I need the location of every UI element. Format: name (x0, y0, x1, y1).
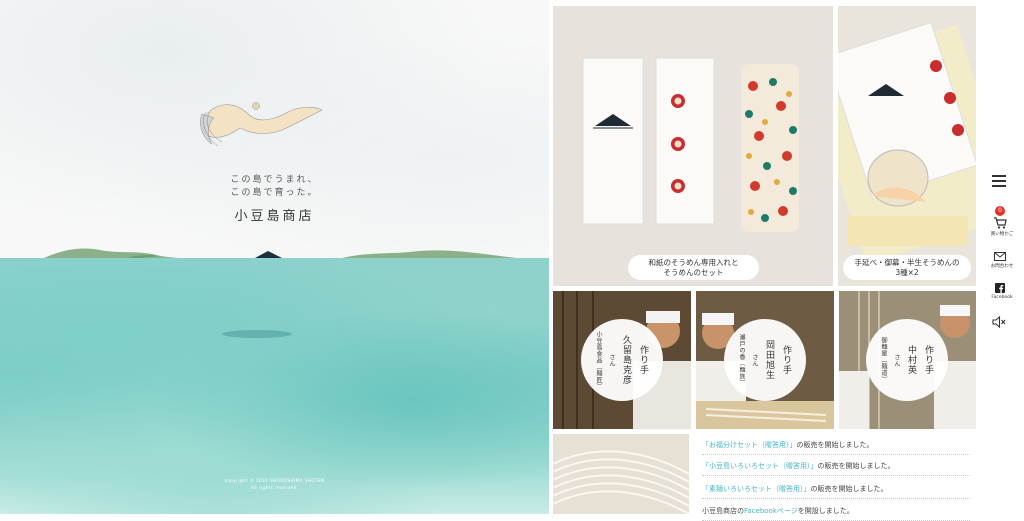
mail-icon (994, 252, 1006, 261)
maker-company: 瀬戸の香〔麺族〕 (738, 334, 745, 386)
maker-honorific: さん (751, 353, 758, 367)
product-tile-three-kinds[interactable]: 手延べ・御幕・半生そうめんの 3種×2 (838, 6, 976, 286)
facebook-button[interactable]: Facebook (982, 282, 1018, 304)
rights-reserved: All rights reserved. (250, 485, 299, 490)
news-link[interactable]: 「素麺いろいろセット（贈答用）」 (702, 485, 811, 493)
maker-name: 岡田旭生 (764, 340, 774, 380)
maker-card-okada[interactable]: 作り手 岡田旭生 さん 瀬戸の香〔麺族〕 (724, 319, 806, 401)
tagline-line2: この島で育った。 (230, 188, 319, 198)
maker-card-nakamura[interactable]: 作り手 中村英 さん 御麺屋〔麺道〕 (866, 319, 948, 401)
product-photo-washi (582, 57, 799, 232)
product-caption-washi[interactable]: 和紙のそうめん専用入れと そうめんのセット (628, 255, 759, 280)
mermaid-illustration (200, 102, 323, 147)
facebook-icon (995, 283, 1005, 293)
brand-name[interactable]: 小豆島商店 (0, 205, 549, 224)
fish-shadow (222, 330, 292, 338)
caption-line1: 手延べ・御幕・半生そうめんの (854, 257, 960, 267)
maker-company: 御麺屋〔麺道〕 (880, 337, 887, 383)
news-item[interactable]: 「小豆島いろいろセット（贈答用）」の販売を開始しました。 (702, 461, 970, 476)
maker-label: 作り手 (923, 345, 933, 375)
sound-muted-icon[interactable] (992, 315, 1006, 329)
maker-name: 久留島克彦 (621, 335, 631, 385)
copyright: copyright © 2016 SHODOSHIMA SHOTEN (224, 478, 325, 483)
cart-button[interactable]: 0 買い物かご (982, 206, 1018, 238)
contact-button[interactable]: お問合わせ (982, 250, 1018, 272)
product-tile-washi-set[interactable]: 和紙のそうめん専用入れと そうめんのセット (553, 6, 833, 286)
news-text: の販売を開始しました。 (810, 485, 888, 493)
maker-card-kurushima[interactable]: 作り手 久留島克彦 さん 小豆島食品〔麺匠〕 (581, 319, 663, 401)
noodle-photo (553, 434, 689, 514)
product-caption-three-kinds[interactable]: 手延べ・御幕・半生そうめんの 3種×2 (843, 255, 971, 280)
caption-line2: そうめんのセット (663, 267, 724, 277)
maker-name: 中村英 (906, 345, 916, 375)
hamburger-menu-icon[interactable] (992, 175, 1006, 187)
news-link[interactable]: 「お福分けセット（贈答用）」 (702, 441, 797, 449)
tagline-line1: この島でうまれ、 (230, 175, 319, 185)
caption-line1: 和紙のそうめん専用入れと (648, 257, 739, 267)
news-link[interactable]: 「小豆島いろいろセット（贈答用）」 (702, 462, 818, 470)
news-item[interactable]: 「お福分けセット（贈答用）」の販売を開始しました。 (702, 440, 970, 455)
maker-honorific: さん (608, 353, 615, 367)
news-text: の販売を開始しました。 (796, 441, 874, 449)
cart-icon (994, 217, 1007, 229)
maker-label: 作り手 (638, 345, 648, 375)
facebook-label: Facebook (991, 295, 1013, 300)
caption-line2: 3種×2 (895, 267, 919, 277)
news-list: 「お福分けセット（贈答用）」の販売を開始しました。 「小豆島いろいろセット（贈答… (696, 434, 976, 521)
side-nav: 0 買い物かご お問合わせ Facebook (980, 0, 1024, 514)
maker-honorific: さん (893, 353, 900, 367)
maker-label: 作り手 (781, 345, 791, 375)
cart-count-badge: 0 (995, 206, 1005, 216)
cart-label: 買い物かご (990, 232, 1014, 237)
news-text: の販売を開始しました。 (817, 462, 895, 470)
noodle-illustration (553, 434, 689, 514)
news-item[interactable]: 「素麺いろいろセット（贈答用）」の販売を開始しました。 (702, 484, 970, 499)
product-photo-three-kinds (838, 21, 976, 265)
maker-company: 小豆島食品〔麺匠〕 (595, 330, 602, 390)
sea (0, 258, 549, 514)
hero-illustration: この島でうまれ、 この島で育った。 小豆島商店 copyright © 2016… (0, 0, 549, 514)
contact-label: お問合わせ (990, 264, 1014, 269)
